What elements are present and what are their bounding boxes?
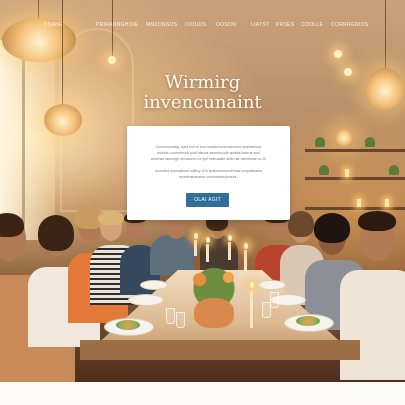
glow-lamp xyxy=(335,128,353,146)
hanging-bulb xyxy=(344,68,352,76)
plate xyxy=(128,294,164,306)
candle xyxy=(228,242,231,260)
vase xyxy=(194,298,234,328)
candle xyxy=(250,290,253,328)
shelf-plant xyxy=(365,137,375,147)
hanging-bulb xyxy=(334,50,342,58)
cta-button[interactable]: OLAI AGIT xyxy=(186,193,229,207)
shelf-plant xyxy=(389,165,399,175)
shelf-plant xyxy=(319,165,329,175)
page-footer-strip xyxy=(0,382,405,405)
top-navigation: CSANE PRIRANNGHOIE MNZONSOS CIOUDS OOSON… xyxy=(0,22,405,34)
lamp-cord xyxy=(62,0,63,108)
intro-text-line: noreamelrauanre ucnimaaanulloinuni.. xyxy=(178,175,239,179)
nav-item-corrrgnios[interactable]: CORRRGNIOS xyxy=(331,22,368,28)
wine-glass xyxy=(166,308,175,324)
nav-item-priranngh[interactable]: PRIRANNGHOIE xyxy=(96,22,138,28)
table-edge xyxy=(80,340,360,360)
hanging-bulb xyxy=(108,56,116,64)
nav-item-ooson[interactable]: OOSON xyxy=(216,22,236,28)
candle xyxy=(244,250,247,272)
candle-flame xyxy=(205,237,210,243)
hero-title: Wirmirg invencunaint xyxy=(100,73,305,113)
nav-item-ciouds[interactable]: CIOUDS xyxy=(185,22,206,28)
candle-flame xyxy=(249,282,254,288)
pendant-lamp-small xyxy=(44,104,82,136)
candle xyxy=(194,240,197,256)
shelf-board xyxy=(305,149,405,152)
plate xyxy=(258,280,286,290)
wine-glass xyxy=(270,292,279,308)
pendant-lamp-right xyxy=(366,68,404,110)
candle-flame xyxy=(243,243,248,249)
candle-flame xyxy=(227,235,232,241)
shelf-board xyxy=(305,177,405,180)
nav-item-liatst[interactable]: LIATST xyxy=(251,22,269,28)
hero-title-line-2: invencunaint xyxy=(143,92,262,113)
nav-item-mnzonsos[interactable]: MNZONSOS xyxy=(146,22,177,28)
food-dish xyxy=(296,316,320,326)
nav-item-prses[interactable]: PRSES xyxy=(276,22,294,28)
nav-item-coolle[interactable]: COOLLE xyxy=(301,22,323,28)
lamp-cord xyxy=(385,0,386,70)
hero-banner: CSANE PRIRANNGHOIE MNZONSOS CIOUDS OOSON… xyxy=(0,0,405,382)
lamp-cord xyxy=(38,0,39,20)
wine-glass xyxy=(176,312,185,328)
shelf-candle xyxy=(345,169,349,177)
intro-text: Comrmunotlaly, tcaul fuci ur tuon lwaria… xyxy=(137,144,280,180)
food-dish xyxy=(116,320,140,330)
plate xyxy=(140,280,168,290)
shelf-plant xyxy=(315,137,325,147)
candle xyxy=(206,244,209,262)
hero-title-line-1: Wirmirg xyxy=(164,72,241,93)
candle-flame xyxy=(193,233,198,239)
nav-item-csane[interactable]: CSANE xyxy=(44,22,63,28)
